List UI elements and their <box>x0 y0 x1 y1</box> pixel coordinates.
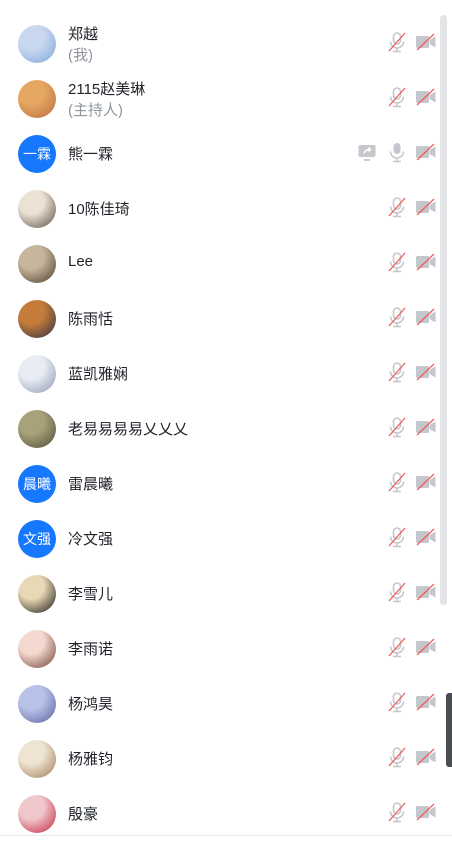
participant-row[interactable]: 文强 冷文强 <box>0 510 440 565</box>
participant-name: 熊一霖 <box>68 146 114 163</box>
participant-name: 杨鸿昊 <box>68 696 114 713</box>
participant-name: 蓝凯雅娴 <box>68 366 129 383</box>
camera-off-icon[interactable] <box>414 141 438 163</box>
microphone-muted-icon[interactable] <box>386 471 408 493</box>
avatar[interactable] <box>18 740 56 778</box>
microphone-muted-icon[interactable] <box>386 306 408 328</box>
participant-row[interactable]: 李雨诺 <box>0 620 440 675</box>
microphone-muted-icon[interactable] <box>386 526 408 548</box>
participant-role: (我) <box>68 47 93 64</box>
avatar[interactable] <box>18 245 56 283</box>
microphone-muted-icon[interactable] <box>386 746 408 768</box>
avatar[interactable] <box>18 575 56 613</box>
camera-off-icon[interactable] <box>414 306 438 328</box>
participant-name: 李雨诺 <box>68 641 114 658</box>
scrollbar[interactable] <box>440 15 447 605</box>
camera-off-icon[interactable] <box>414 471 438 493</box>
avatar[interactable] <box>18 355 56 393</box>
participant-row[interactable]: 陈雨恬 <box>0 290 440 345</box>
participant-name: 李雪儿 <box>68 586 114 603</box>
side-panel-handle[interactable] <box>446 693 452 767</box>
avatar[interactable] <box>18 685 56 723</box>
camera-off-icon[interactable] <box>414 361 438 383</box>
microphone-muted-icon[interactable] <box>386 196 408 218</box>
participant-row[interactable]: 2115赵美琳 (主持人) <box>0 70 440 125</box>
camera-off-icon[interactable] <box>414 746 438 768</box>
participant-row[interactable]: 一霖 熊一霖 <box>0 125 440 180</box>
camera-off-icon[interactable] <box>414 416 438 438</box>
participant-role: (主持人) <box>68 102 123 119</box>
microphone-muted-icon[interactable] <box>386 86 408 108</box>
camera-off-icon[interactable] <box>414 31 438 53</box>
camera-off-icon[interactable] <box>414 636 438 658</box>
microphone-muted-icon[interactable] <box>386 691 408 713</box>
screen-share-icon[interactable] <box>356 141 378 163</box>
microphone-icon[interactable] <box>386 141 408 163</box>
participant-row[interactable]: 杨鸿昊 <box>0 675 440 730</box>
participant-name: 杨雅钧 <box>68 751 114 768</box>
microphone-muted-icon[interactable] <box>386 361 408 383</box>
participant-name: 冷文强 <box>68 531 114 548</box>
participant-row[interactable]: 李雪儿 <box>0 565 440 620</box>
avatar[interactable] <box>18 80 56 118</box>
avatar[interactable] <box>18 630 56 668</box>
avatar[interactable] <box>18 795 56 833</box>
participant-name: 殷豪 <box>68 806 99 823</box>
microphone-muted-icon[interactable] <box>386 416 408 438</box>
microphone-muted-icon[interactable] <box>386 31 408 53</box>
camera-off-icon[interactable] <box>414 691 438 713</box>
participant-name: 2115赵美琳 <box>68 81 146 98</box>
participant-row[interactable]: 杨雅钧 <box>0 730 440 785</box>
camera-off-icon[interactable] <box>414 581 438 603</box>
participant-row[interactable]: 郑越 (我) <box>0 15 440 70</box>
divider <box>0 835 452 836</box>
participant-name: 老易易易易乂乂乂 <box>68 421 189 438</box>
avatar[interactable] <box>18 190 56 228</box>
participant-row[interactable]: 蓝凯雅娴 <box>0 345 440 400</box>
camera-off-icon[interactable] <box>414 86 438 108</box>
microphone-muted-icon[interactable] <box>386 581 408 603</box>
participant-name: 陈雨恬 <box>68 311 114 328</box>
camera-off-icon[interactable] <box>414 801 438 823</box>
camera-off-icon[interactable] <box>414 526 438 548</box>
participant-row[interactable]: 殷豪 <box>0 785 440 840</box>
avatar[interactable]: 一霖 <box>18 135 56 173</box>
avatar[interactable] <box>18 25 56 63</box>
participant-name: 郑越 <box>68 26 99 43</box>
participant-name: 雷晨曦 <box>68 476 114 493</box>
avatar[interactable] <box>18 300 56 338</box>
microphone-muted-icon[interactable] <box>386 801 408 823</box>
avatar[interactable]: 文强 <box>18 520 56 558</box>
camera-off-icon[interactable] <box>414 251 438 273</box>
microphone-muted-icon[interactable] <box>386 251 408 273</box>
participant-name: Lee <box>68 253 94 270</box>
participant-name: 10陈佳琦 <box>68 201 130 218</box>
participant-row[interactable]: 10陈佳琦 <box>0 180 440 235</box>
avatar[interactable] <box>18 410 56 448</box>
participant-list: 郑越 (我) 2115赵美琳 (主持人) 一霖 熊一霖 10陈佳琦 Lee 陈雨恬蓝凯雅娴老易易… <box>0 0 440 835</box>
participant-row[interactable]: 老易易易易乂乂乂 <box>0 400 440 455</box>
camera-off-icon[interactable] <box>414 196 438 218</box>
participant-row[interactable]: 晨曦 雷晨曦 <box>0 455 440 510</box>
avatar[interactable]: 晨曦 <box>18 465 56 503</box>
participant-row[interactable]: Lee <box>0 235 440 290</box>
microphone-muted-icon[interactable] <box>386 636 408 658</box>
